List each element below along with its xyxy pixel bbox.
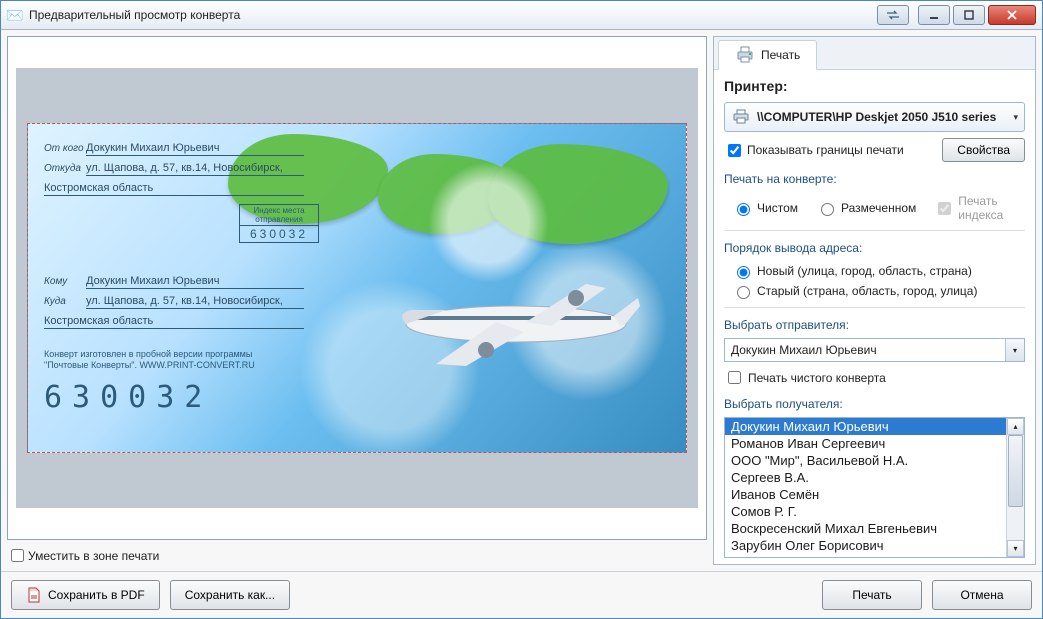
env-from-name: Докукин Михаил Юрьевич (86, 142, 304, 156)
print-clean-checkbox[interactable] (728, 371, 741, 384)
show-borders-label: Показывать границы печати (747, 143, 904, 157)
sender-selected: Докукин Михаил Юрьевич (731, 343, 877, 357)
fit-label: Уместить в зоне печати (28, 549, 159, 563)
minimize-button[interactable] (918, 5, 950, 25)
preview-column: От кого Докукин Михаил Юрьевич Откуда ул… (7, 36, 707, 565)
cancel-button[interactable]: Отмена (932, 580, 1032, 610)
sender-combo[interactable]: Докукин Михаил Юрьевич ▾ (724, 338, 1025, 362)
env-fromwhere-label: Откуда (44, 163, 86, 174)
recipient-item[interactable]: Романов Иван Сергеевич (725, 435, 1006, 452)
swap-icon (886, 10, 900, 20)
app-window: ✉️ Предварительный просмотр конверта (0, 0, 1043, 619)
recipient-item[interactable]: ООО "Мир", Васильевой Н.А. (725, 452, 1006, 469)
chevron-down-icon: ▾ (1013, 112, 1018, 123)
env-mode-group: Чистом Размеченном Печать индекса (724, 192, 1025, 231)
minimize-icon (929, 10, 939, 20)
tab-print[interactable]: Печать (718, 40, 817, 70)
recipient-heading: Выбрать получателя: (724, 397, 1025, 411)
scroll-up-button[interactable]: ▴ (1007, 418, 1024, 435)
env-mode-marked[interactable]: Размеченном (816, 200, 916, 216)
recipient-item[interactable]: Германов Владимир Михайлович (725, 554, 1006, 557)
addr-order-new-radio[interactable] (737, 266, 750, 279)
env-from-addr1: ул. Щапова, д. 57, кв.14, Новосибирск, (86, 162, 304, 176)
main-row: От кого Докукин Михаил Юрьевич Откуда ул… (1, 30, 1042, 571)
bottom-toolbar: Сохранить в PDF Сохранить как... Печать … (1, 571, 1042, 618)
env-index-value: 630032 (240, 226, 318, 242)
window-title: Предварительный просмотр конверта (29, 8, 874, 22)
env-index-caption: Индекс места отправления (240, 205, 318, 226)
env-mode-heading: Печать на конверте: (724, 172, 1025, 186)
preview-viewport[interactable]: От кого Докукин Михаил Юрьевич Откуда ул… (7, 36, 707, 540)
scroll-down-button[interactable]: ▾ (1007, 540, 1024, 557)
print-background: От кого Докукин Михаил Юрьевич Откуда ул… (16, 68, 698, 508)
env-mode-clean-radio[interactable] (737, 203, 750, 216)
maximize-icon (964, 10, 974, 20)
printer-properties-button[interactable]: Свойства (942, 138, 1025, 162)
env-from-addr2: Костромская область (44, 182, 304, 196)
fit-checkbox[interactable] (11, 549, 24, 562)
env-to-addr1: ул. Щапова, д. 57, кв.14, Новосибирск, (86, 295, 304, 309)
addr-order-heading: Порядок вывода адреса: (724, 241, 1025, 255)
printer-heading: Принтер: (724, 78, 1025, 94)
recipient-item[interactable]: Докукин Михаил Юрьевич (725, 418, 1006, 435)
help-button[interactable] (877, 5, 909, 25)
client-area: От кого Докукин Михаил Юрьевич Откуда ул… (1, 30, 1042, 618)
chevron-down-icon: ▾ (1005, 339, 1024, 361)
addr-order-group: Новый (улица, город, область, страна) Ст… (724, 261, 1025, 308)
env-mode-clean[interactable]: Чистом (732, 200, 798, 216)
printer-dropdown[interactable]: \\COMPUTER\HP Deskjet 2050 J510 series ▾ (724, 102, 1025, 132)
recipient-item[interactable]: Иванов Семён (725, 486, 1006, 503)
show-borders-checkbox[interactable] (728, 144, 741, 157)
tab-print-label: Печать (761, 48, 800, 62)
fit-in-print-area-row[interactable]: Уместить в зоне печати (7, 546, 707, 565)
recipient-scrollbar[interactable]: ▴ ▾ (1006, 418, 1024, 557)
pdf-icon (26, 587, 42, 603)
env-towhere-label: Куда (44, 296, 86, 307)
save-as-button[interactable]: Сохранить как... (170, 580, 290, 610)
env-index-box: Индекс места отправления 630032 (239, 204, 319, 243)
print-index-checkbox (938, 202, 951, 215)
app-icon: ✉️ (7, 7, 23, 23)
settings-panel: Печать Принтер: \\COMPUTER\HP Deskjet 20… (713, 36, 1036, 565)
print-index-row: Печать индекса (934, 194, 1017, 222)
env-to-addr2: Костромская область (44, 315, 304, 329)
show-borders-row[interactable]: Показывать границы печати (724, 141, 904, 160)
recipient-item[interactable]: Сомов Р. Г. (725, 503, 1006, 520)
env-footer2: "Почтовые Конверты". WWW.PRINT-CONVERT.R… (44, 360, 670, 371)
recipient-item[interactable]: Зарубин Олег Борисович (725, 537, 1006, 554)
recipient-item[interactable]: Воскресенский Михал Евгеньевич (725, 520, 1006, 537)
tab-strip: Печать (714, 37, 1035, 70)
scroll-thumb[interactable] (1008, 435, 1023, 507)
printer-icon (735, 46, 755, 64)
env-big-index: 630032 (44, 380, 670, 415)
save-pdf-button[interactable]: Сохранить в PDF (11, 580, 160, 610)
env-from-label: От кого (44, 143, 86, 154)
addr-order-new[interactable]: Новый (улица, город, область, страна) (732, 263, 1017, 279)
sender-heading: Выбрать отправителя: (724, 318, 1025, 332)
recipient-listbox[interactable]: Докукин Михаил ЮрьевичРоманов Иван Серге… (724, 417, 1025, 558)
addr-order-old-radio[interactable] (737, 286, 750, 299)
panel-body: Принтер: \\COMPUTER\HP Deskjet 2050 J510… (714, 70, 1035, 564)
print-clean-row[interactable]: Печать чистого конверта (724, 368, 1025, 387)
env-mode-marked-radio[interactable] (821, 203, 834, 216)
addr-order-old[interactable]: Старый (страна, область, город, улица) (732, 283, 1017, 299)
recipient-item[interactable]: Сергеев В.А. (725, 469, 1006, 486)
env-to-name: Докукин Михаил Юрьевич (86, 275, 304, 289)
env-footer1: Конверт изготовлен в пробной версии прог… (44, 349, 670, 360)
print-button[interactable]: Печать (822, 580, 922, 610)
scroll-track[interactable] (1007, 435, 1024, 540)
printer-small-icon (731, 107, 751, 127)
maximize-button[interactable] (953, 5, 985, 25)
close-icon (1006, 10, 1018, 20)
printer-name: \\COMPUTER\HP Deskjet 2050 J510 series (757, 110, 1009, 124)
close-button[interactable] (988, 5, 1036, 25)
env-to-label: Кому (44, 276, 86, 287)
envelope-preview: От кого Докукин Михаил Юрьевич Откуда ул… (27, 123, 687, 453)
titlebar: ✉️ Предварительный просмотр конверта (1, 1, 1042, 30)
